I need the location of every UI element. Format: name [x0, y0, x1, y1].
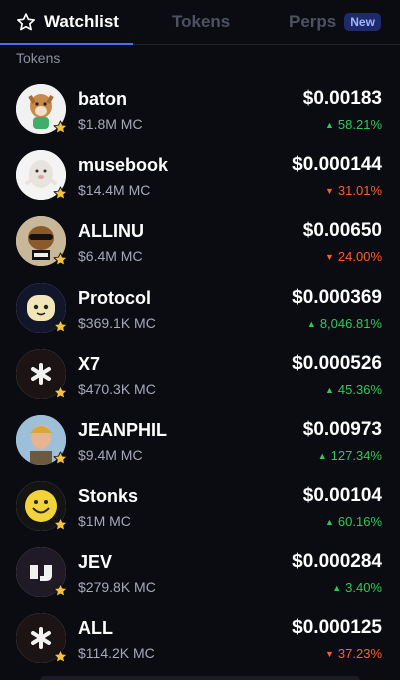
token-change: ▲ 45.36%: [325, 382, 382, 397]
token-market-cap: $14.4M MC: [78, 182, 151, 198]
token-change: ▲ 8,046.81%: [307, 316, 382, 331]
token-change-value: 127.34%: [330, 448, 382, 463]
token-row[interactable]: ALL $114.2K MC $0.000125 ▼ 37.23%: [0, 605, 400, 671]
token-price: $0.00650: [302, 220, 382, 241]
bottom-bar: [40, 676, 360, 680]
new-badge: New: [344, 13, 381, 31]
token-row[interactable]: baton $1.8M MC $0.00183 ▲ 58.21%: [0, 76, 400, 142]
token-row[interactable]: Protocol $369.1K MC $0.000369 ▲ 8,046.81%: [0, 275, 400, 341]
token-change: ▼ 31.01%: [325, 183, 382, 198]
token-change-value: 24.00%: [337, 249, 382, 264]
token-price: $0.000125: [292, 617, 382, 638]
token-market-cap: $279.8K MC: [78, 579, 156, 595]
token-price: $0.000526: [292, 353, 382, 374]
token-name: Protocol: [78, 288, 152, 308]
section-label: Tokens: [16, 50, 61, 66]
token-market-cap: $9.4M MC: [78, 447, 143, 463]
star-filled-icon[interactable]: [53, 583, 68, 598]
tab-perps-label: Perps: [289, 12, 337, 31]
triangle-down-icon: ▼: [324, 186, 334, 196]
token-change-value: 58.21%: [337, 117, 382, 132]
star-filled-icon[interactable]: [53, 120, 68, 135]
triangle-down-icon: ▼: [324, 252, 334, 262]
token-name: musebook: [78, 155, 169, 175]
token-price: $0.000369: [292, 287, 382, 308]
token-change-value: 8,046.81%: [319, 316, 382, 331]
token-name: baton: [78, 89, 127, 109]
tab-tokens[interactable]: Tokens: [172, 0, 230, 44]
token-change: ▼ 37.23%: [325, 646, 382, 661]
token-change: ▼ 24.00%: [325, 249, 382, 264]
star-filled-icon[interactable]: [53, 385, 68, 400]
token-change-value: 3.40%: [345, 580, 382, 595]
token-name: ALL: [78, 618, 113, 638]
star-filled-icon[interactable]: [53, 319, 68, 334]
star-filled-icon[interactable]: [53, 451, 68, 466]
tab-watchlist[interactable]: Watchlist: [0, 0, 133, 45]
triangle-up-icon: ▲: [324, 385, 334, 395]
token-price: $0.00104: [302, 485, 382, 506]
token-change-value: 60.16%: [337, 514, 382, 529]
token-row[interactable]: musebook $14.4M MC $0.000144 ▼ 31.01%: [0, 142, 400, 208]
triangle-up-icon: ▲: [306, 319, 316, 329]
token-change: ▲ 3.40%: [332, 580, 382, 595]
star-filled-icon[interactable]: [53, 517, 68, 532]
token-change: ▲ 58.21%: [325, 117, 382, 132]
token-change: ▲ 60.16%: [325, 514, 382, 529]
token-name: JEV: [78, 552, 113, 572]
token-market-cap: $369.1K MC: [78, 315, 156, 331]
tab-perps[interactable]: Perps New: [289, 0, 381, 44]
token-price: $0.00973: [302, 419, 382, 440]
star-filled-icon[interactable]: [53, 186, 68, 201]
token-row[interactable]: ALLINU $6.4M MC $0.00650 ▼ 24.00%: [0, 208, 400, 274]
token-market-cap: $1.8M MC: [78, 116, 143, 132]
token-market-cap: $114.2K MC: [78, 645, 155, 661]
token-change: ▲ 127.34%: [318, 448, 382, 463]
token-market-cap: $1M MC: [78, 513, 131, 529]
token-change-value: 45.36%: [337, 382, 382, 397]
token-name: Stonks: [78, 486, 139, 506]
tab-tokens-label: Tokens: [172, 12, 231, 31]
token-market-cap: $470.3K MC: [78, 381, 156, 397]
triangle-up-icon: ▲: [332, 583, 342, 593]
token-name: X7: [78, 354, 101, 374]
triangle-up-icon: ▲: [317, 451, 327, 461]
token-name: JEANPHIL: [78, 420, 168, 440]
token-change-value: 31.01%: [337, 183, 382, 198]
token-row[interactable]: Stonks $1M MC $0.00104 ▲ 60.16%: [0, 473, 400, 539]
token-row[interactable]: JEANPHIL $9.4M MC $0.00973 ▲ 127.34%: [0, 407, 400, 473]
triangle-down-icon: ▼: [324, 649, 334, 659]
tab-watchlist-label: Watchlist: [44, 12, 119, 31]
token-market-cap: $6.4M MC: [78, 248, 143, 264]
active-tab-indicator: [0, 43, 133, 45]
token-row[interactable]: X7 $470.3K MC $0.000526 ▲ 45.36%: [0, 341, 400, 407]
token-name: ALLINU: [78, 221, 144, 241]
triangle-up-icon: ▲: [324, 517, 334, 527]
token-change-value: 37.23%: [337, 646, 382, 661]
token-row[interactable]: JEV $279.8K MC $0.000284 ▲ 3.40%: [0, 539, 400, 605]
triangle-up-icon: ▲: [324, 120, 334, 130]
tab-bar: Watchlist Tokens Perps New: [0, 0, 400, 45]
star-filled-icon[interactable]: [53, 252, 68, 267]
token-price: $0.000284: [292, 551, 382, 572]
star-outline-icon: [17, 13, 36, 31]
token-price: $0.000144: [292, 154, 382, 175]
star-filled-icon[interactable]: [53, 649, 68, 664]
token-price: $0.00183: [302, 88, 382, 109]
